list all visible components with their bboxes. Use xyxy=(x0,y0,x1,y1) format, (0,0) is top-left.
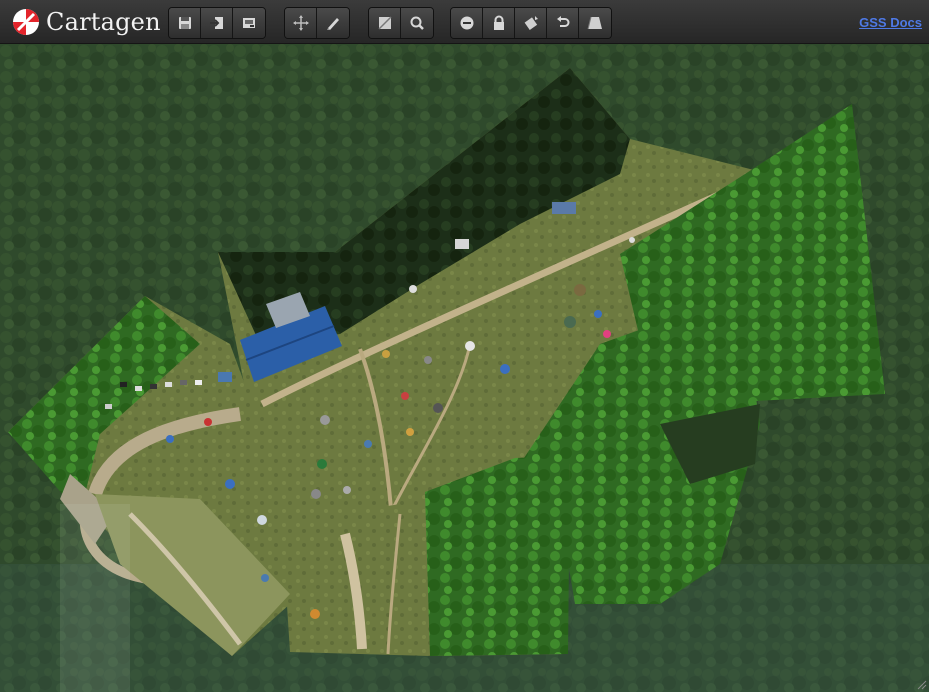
save-button[interactable] xyxy=(169,8,201,38)
resize-grip-icon[interactable] xyxy=(917,680,927,690)
toolbar: Cartagen GSS Docs xyxy=(0,0,929,44)
zoom-button[interactable] xyxy=(401,8,433,38)
import-icon xyxy=(209,17,223,29)
draw-icon xyxy=(327,18,339,30)
app-name: Cartagen xyxy=(46,8,161,36)
rotate-button[interactable] xyxy=(515,8,547,38)
move-button[interactable] xyxy=(285,8,317,38)
undo-icon xyxy=(556,16,569,27)
move-icon xyxy=(292,15,309,31)
export-icon xyxy=(243,18,255,28)
delete-icon xyxy=(460,16,473,30)
view-tools xyxy=(368,7,434,39)
image-button[interactable] xyxy=(369,8,401,38)
draw-button[interactable] xyxy=(317,8,349,38)
app-logo[interactable]: Cartagen xyxy=(12,6,161,38)
delete-button[interactable] xyxy=(451,8,483,38)
gss-docs-link[interactable]: GSS Docs xyxy=(859,15,922,30)
import-button[interactable] xyxy=(201,8,233,38)
edit-tools xyxy=(284,7,350,39)
save-icon xyxy=(178,17,191,29)
undo-button[interactable] xyxy=(547,8,579,38)
image-icon xyxy=(377,16,392,30)
zoom-icon xyxy=(410,16,424,30)
distort-icon xyxy=(587,16,602,30)
cartagen-logo-icon xyxy=(13,9,39,35)
rotate-icon xyxy=(524,16,538,30)
map-view[interactable] xyxy=(0,44,929,692)
lock-icon xyxy=(493,15,504,30)
map-canvas[interactable] xyxy=(0,44,929,692)
file-tools xyxy=(168,7,266,39)
export-button[interactable] xyxy=(233,8,265,38)
image-actions xyxy=(450,7,612,39)
lock-button[interactable] xyxy=(483,8,515,38)
distort-button[interactable] xyxy=(579,8,611,38)
